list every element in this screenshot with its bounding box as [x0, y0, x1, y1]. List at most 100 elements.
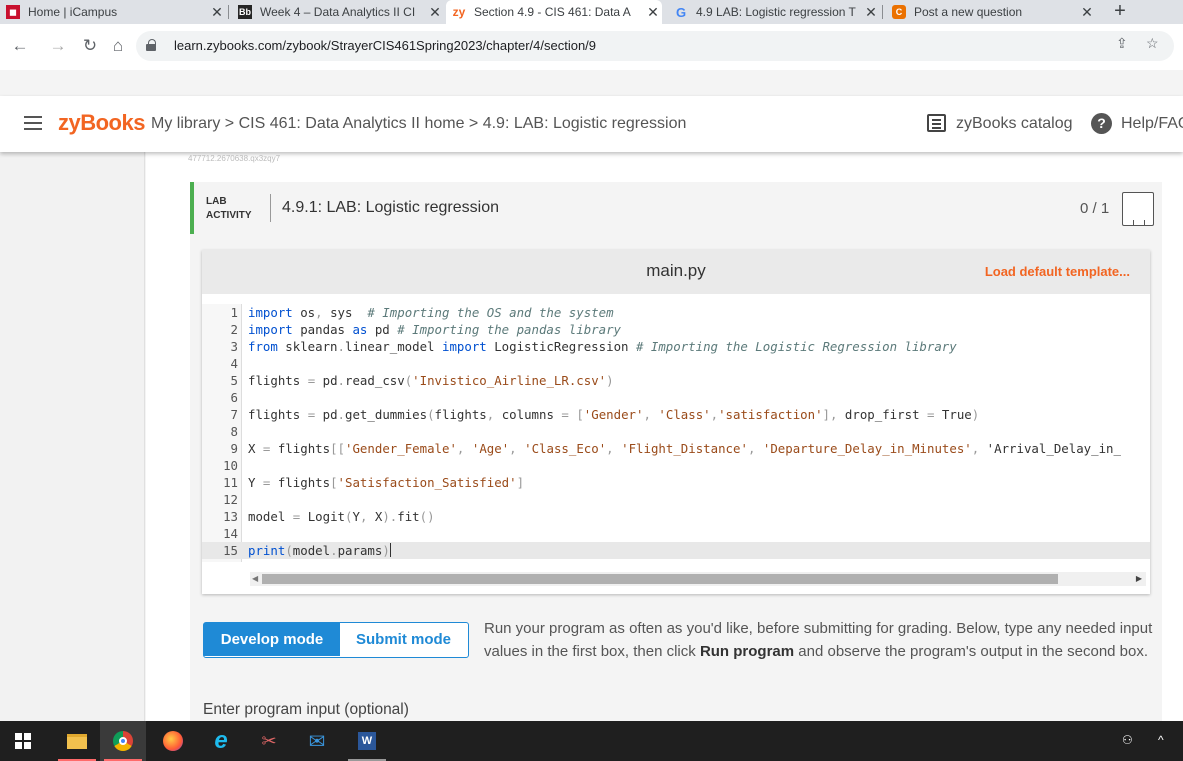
code-line[interactable]: 8 — [202, 423, 1150, 440]
code-line[interactable]: 7 flights = pd.get_dummies(flights, colum… — [202, 406, 1150, 423]
catalog-link[interactable]: zyBooks catalog — [956, 115, 1073, 133]
scroll-left-icon[interactable]: ◀ — [252, 572, 258, 586]
code-line[interactable]: 3 from sklearn.linear_model import Logist… — [202, 338, 1150, 355]
code-text[interactable]: model = Logit(Y, X).fit() — [248, 508, 435, 525]
back-arrow-icon[interactable]: ← — [8, 34, 32, 58]
tab-title: Week 4 – Data Analytics II CI — [260, 5, 416, 19]
left-gutter — [0, 152, 145, 721]
line-number: 7 — [230, 407, 238, 422]
mail-icon[interactable]: ✉ — [294, 721, 340, 761]
scroll-right-icon[interactable]: ▶ — [1136, 572, 1142, 586]
code-area[interactable]: 1 import os, sys # Importing the OS and t… — [202, 304, 1150, 562]
line-number: 1 — [230, 305, 238, 320]
code-line[interactable]: 11 Y = flights['Satisfaction_Satisfied'] — [202, 474, 1150, 491]
tab-separator — [882, 5, 883, 19]
new-tab-button[interactable]: + — [1108, 0, 1132, 24]
close-tab-icon[interactable]: ✕ — [208, 4, 226, 21]
home-icon[interactable]: ⌂ — [106, 34, 130, 58]
close-tab-icon[interactable]: ✕ — [644, 4, 662, 21]
lock-icon[interactable] — [146, 39, 156, 51]
code-line[interactable]: 6 — [202, 389, 1150, 406]
menu-icon[interactable] — [24, 116, 42, 130]
browser-tab-strip: ◼ Home | iCampus ✕ Bb Week 4 – Data Anal… — [0, 0, 1183, 24]
code-text[interactable]: import os, sys # Importing the OS and th… — [248, 304, 614, 321]
tab-zybooks-section[interactable]: zy Section 4.9 - CIS 461: Data A ✕ — [446, 0, 662, 24]
address-bar[interactable]: learn.zybooks.com/zybook/StrayerCIS461Sp… — [136, 31, 1174, 61]
close-tab-icon[interactable]: ✕ — [426, 4, 444, 21]
windows-taskbar: e ✂ ✉ W ⚇ ^ — [0, 721, 1183, 761]
code-text[interactable]: flights = pd.get_dummies(flights, column… — [248, 406, 979, 423]
browser-toolbar: ← → ↻ ⌂ learn.zybooks.com/zybook/Strayer… — [0, 24, 1183, 70]
breadcrumb[interactable]: My library > CIS 461: Data Analytics II … — [151, 115, 686, 133]
line-number: 12 — [223, 492, 238, 507]
reload-icon[interactable]: ↻ — [78, 34, 102, 58]
close-tab-icon[interactable]: ✕ — [862, 4, 880, 21]
code-line[interactable]: 5 flights = pd.read_csv('Invistico_Airlin… — [202, 372, 1150, 389]
zybooks-favicon-icon: zy — [452, 5, 466, 19]
tab-title: Section 4.9 - CIS 461: Data A — [474, 5, 631, 19]
code-line[interactable]: 9 X = flights[['Gender_Female', 'Age', 'C… — [202, 440, 1150, 457]
firefox-icon[interactable] — [150, 721, 196, 761]
horizontal-scrollbar[interactable]: ◀ ▶ — [250, 572, 1146, 586]
code-line[interactable]: 2 import pandas as pd # Importing the pan… — [202, 321, 1150, 338]
word-icon[interactable]: W — [344, 721, 390, 761]
file-explorer-icon[interactable] — [54, 721, 100, 761]
code-line[interactable]: 15 print(model.params) — [202, 542, 1150, 559]
tab-google-search[interactable]: G 4.9 LAB: Logistic regression T ✕ — [668, 0, 880, 24]
tab-title: Post a new question — [914, 5, 1023, 19]
line-number: 6 — [230, 390, 238, 405]
activity-tag-line2: ACTIVITY — [206, 210, 252, 221]
line-number: 5 — [230, 373, 238, 388]
activity-header: LAB ACTIVITY 4.9.1: LAB: Logistic regres… — [190, 182, 1162, 234]
editor-header: main.py Load default template... — [202, 250, 1150, 294]
code-line[interactable]: 4 — [202, 355, 1150, 372]
code-line[interactable]: 13 model = Logit(Y, X).fit() — [202, 508, 1150, 525]
program-input-label: Enter program input (optional) — [203, 701, 409, 718]
code-text[interactable]: X = flights[['Gender_Female', 'Age', 'Cl… — [248, 440, 1121, 457]
activity-title: 4.9.1: LAB: Logistic regression — [282, 199, 500, 216]
instructions-bold: Run program — [699, 642, 795, 660]
tab-chegg-question[interactable]: C Post a new question ✕ — [886, 0, 1096, 24]
code-line[interactable]: 12 — [202, 491, 1150, 508]
show-hidden-icons-chevron-icon[interactable]: ^ — [1158, 733, 1164, 747]
snipping-tool-icon[interactable]: ✂ — [246, 721, 292, 761]
code-editor: main.py Load default template... 1 import… — [202, 250, 1150, 594]
catalog-icon[interactable] — [927, 114, 946, 132]
tab-separator — [228, 5, 229, 19]
line-number: 11 — [223, 475, 238, 490]
forward-arrow-icon[interactable]: → — [46, 34, 70, 58]
code-text[interactable]: from sklearn.linear_model import Logisti… — [248, 338, 957, 355]
share-icon[interactable]: ⇪ — [1116, 35, 1128, 52]
help-icon[interactable]: ? — [1091, 113, 1112, 134]
tab-icampus[interactable]: ◼ Home | iCampus ✕ — [0, 0, 226, 24]
url-text[interactable]: learn.zybooks.com/zybook/StrayerCIS461Sp… — [174, 38, 596, 53]
help-faq-link[interactable]: Help/FAQ — [1121, 115, 1183, 133]
develop-mode-button[interactable]: Develop mode — [204, 623, 340, 656]
header-divider — [270, 194, 271, 222]
code-text[interactable]: print(model.params) — [248, 542, 391, 559]
line-number: 13 — [223, 509, 238, 524]
zybooks-logo[interactable]: zyBooks — [58, 110, 145, 136]
scrollbar-thumb[interactable] — [262, 574, 1058, 584]
code-line[interactable]: 10 — [202, 457, 1150, 474]
activity-tag-line1: LAB — [206, 196, 227, 207]
submit-mode-button[interactable]: Submit mode — [340, 623, 467, 656]
internet-explorer-icon[interactable]: e — [198, 721, 244, 761]
line-number: 9 — [230, 441, 238, 456]
code-text[interactable]: import pandas as pd # Importing the pand… — [248, 321, 621, 338]
line-number: 2 — [230, 322, 238, 337]
people-icon[interactable]: ⚇ — [1122, 733, 1133, 747]
line-number: 3 — [230, 339, 238, 354]
code-text[interactable]: flights = pd.read_csv('Invistico_Airline… — [248, 372, 614, 389]
close-tab-icon[interactable]: ✕ — [1078, 4, 1096, 21]
load-default-template-link[interactable]: Load default template... — [985, 264, 1130, 279]
icampus-favicon-icon: ◼ — [6, 5, 20, 19]
code-text[interactable]: Y = flights['Satisfaction_Satisfied'] — [248, 474, 524, 491]
code-line[interactable]: 1 import os, sys # Importing the OS and t… — [202, 304, 1150, 321]
chrome-icon[interactable] — [100, 721, 146, 761]
tab-blackboard[interactable]: Bb Week 4 – Data Analytics II CI ✕ — [232, 0, 444, 24]
bookmark-star-icon[interactable]: ☆ — [1146, 35, 1159, 52]
line-number: 8 — [230, 424, 238, 439]
windows-start-icon[interactable] — [0, 721, 46, 761]
code-line[interactable]: 14 — [202, 525, 1150, 542]
